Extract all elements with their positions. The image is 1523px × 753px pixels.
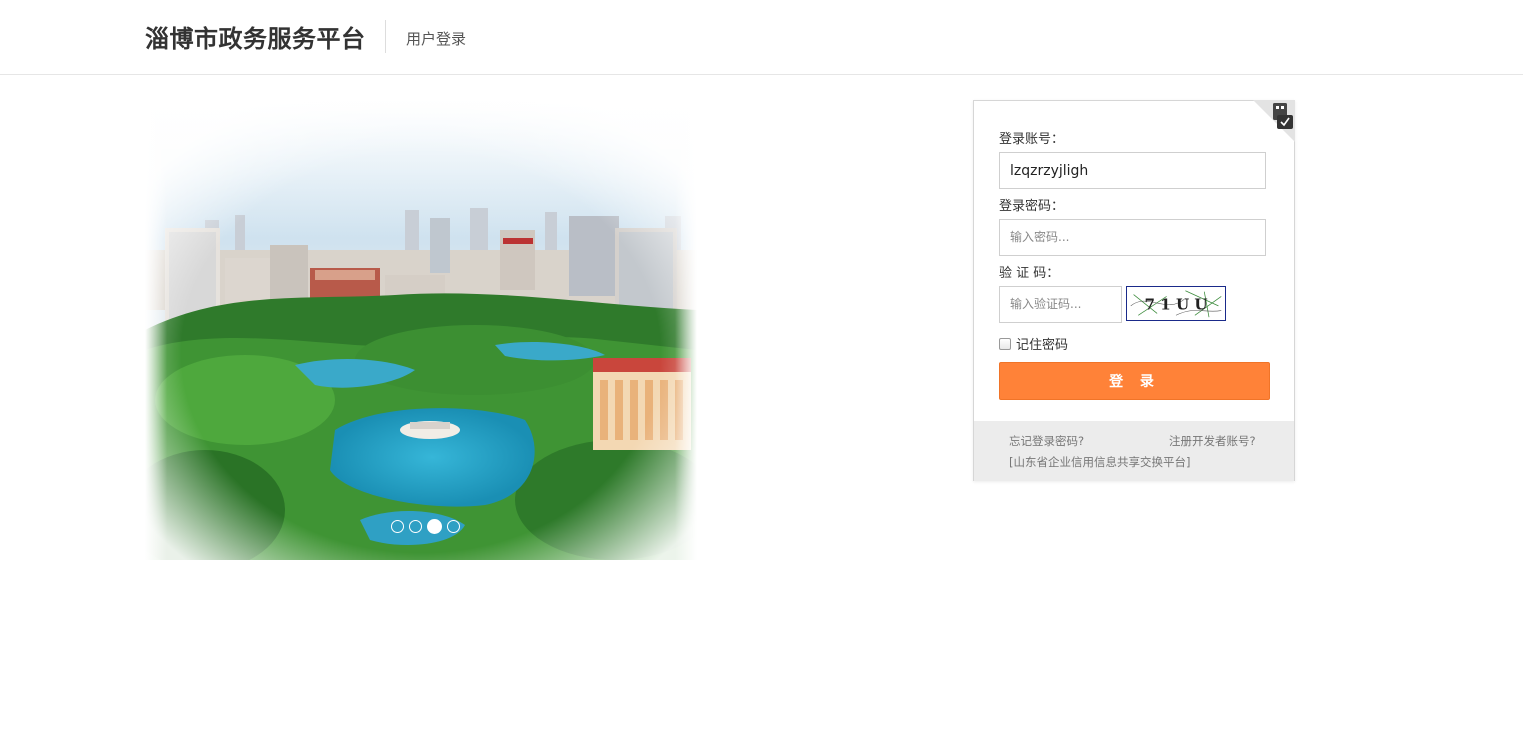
- forgot-password-link[interactable]: 忘记登录密码?: [1009, 433, 1084, 449]
- city-park-photo: [145, 100, 697, 560]
- captcha-input[interactable]: [999, 286, 1122, 323]
- account-label: 登录账号：: [999, 132, 1065, 147]
- carousel-dot-2[interactable]: [409, 520, 422, 533]
- usb-key-check-icon[interactable]: [1253, 100, 1295, 142]
- captcha-text: 7 1 U U: [1144, 296, 1207, 314]
- captcha-label: 验 证 码：: [999, 266, 1060, 281]
- account-input[interactable]: [999, 152, 1266, 189]
- site-title: 淄博市政务服务平台: [145, 25, 366, 53]
- login-button[interactable]: 登 录: [999, 362, 1270, 400]
- register-developer-link[interactable]: 注册开发者账号?: [1169, 433, 1256, 449]
- password-input[interactable]: [999, 219, 1266, 256]
- carousel-dots: [391, 519, 460, 536]
- login-panel: 登录账号： 登录密码： 验 证 码： 7 1 U U 记住密码 登 录 忘记登录…: [973, 100, 1295, 481]
- panel-footer: 忘记登录密码? 注册开发者账号? [山东省企业信用信息共享交换平台]: [974, 421, 1294, 481]
- carousel-dot-1[interactable]: [391, 520, 404, 533]
- page-subtitle: 用户登录: [406, 30, 467, 48]
- credit-platform-link[interactable]: [山东省企业信用信息共享交换平台]: [1009, 454, 1190, 470]
- carousel-dot-3-active[interactable]: [427, 519, 442, 534]
- banner-carousel[interactable]: [145, 100, 697, 560]
- header-divider: [385, 20, 386, 53]
- page-header: 淄博市政务服务平台 用户登录: [0, 0, 1523, 75]
- remember-checkbox[interactable]: [999, 337, 1011, 350]
- remember-label: 记住密码: [1016, 338, 1069, 353]
- captcha-image[interactable]: 7 1 U U: [1126, 286, 1226, 321]
- remember-password[interactable]: 记住密码: [999, 334, 1068, 353]
- password-label: 登录密码：: [999, 199, 1065, 214]
- carousel-dot-4[interactable]: [447, 520, 460, 533]
